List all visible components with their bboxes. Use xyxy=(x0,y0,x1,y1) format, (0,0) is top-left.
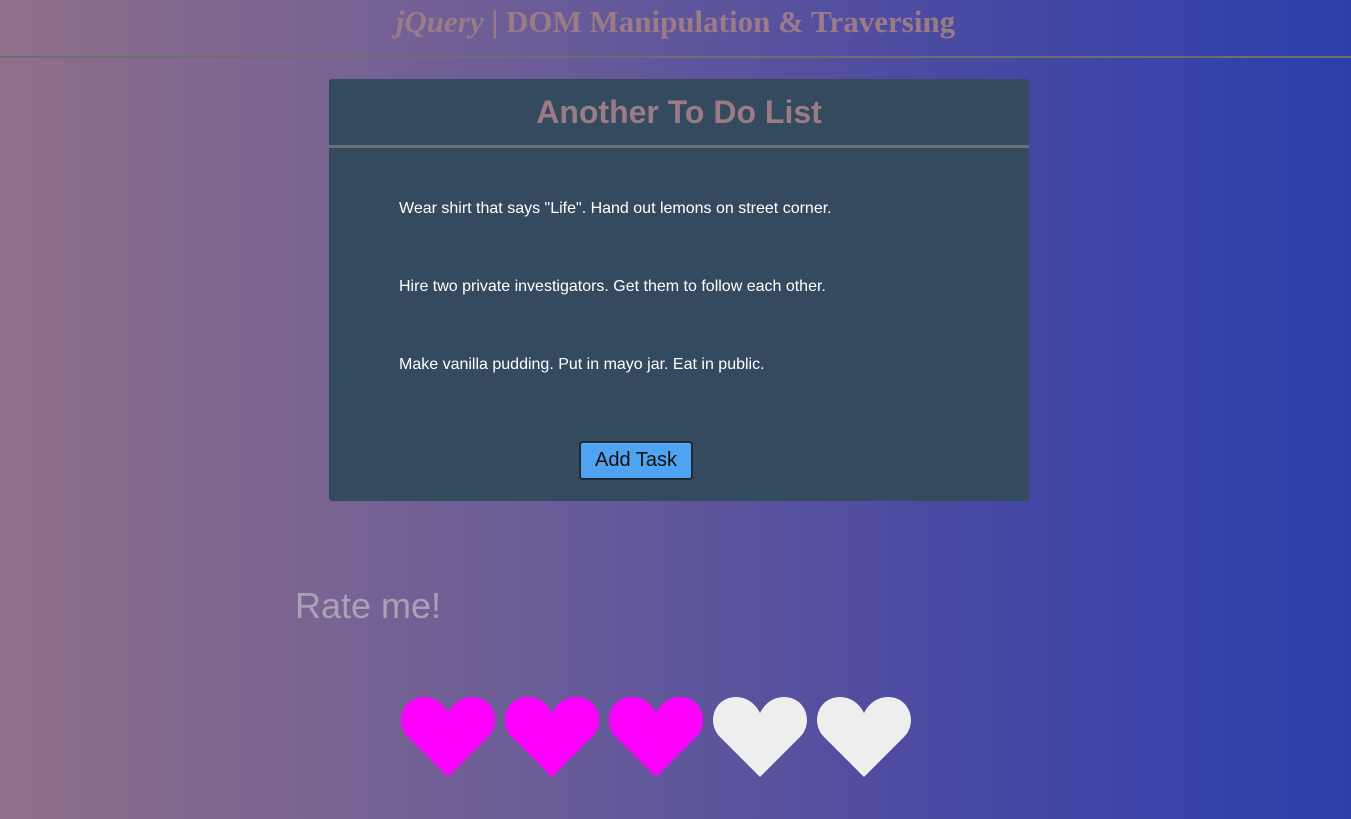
heart-icon[interactable] xyxy=(504,693,600,779)
page-title: jQuery | DOM Manipulation & Traversing xyxy=(0,0,1351,40)
heart-icon[interactable] xyxy=(816,693,912,779)
task-item[interactable]: Wear shirt that says "Life". Hand out le… xyxy=(399,199,832,277)
heart-rating xyxy=(400,693,920,779)
todo-header: Another To Do List xyxy=(329,79,1029,148)
title-rest: | DOM Manipulation & Traversing xyxy=(483,4,956,39)
title-library: jQuery xyxy=(395,4,484,39)
todo-card: Another To Do List Wear shirt that says … xyxy=(329,79,1029,501)
heart-icon[interactable] xyxy=(608,693,704,779)
rate-label: Rate me! xyxy=(295,585,442,626)
task-list: Wear shirt that says "Life". Hand out le… xyxy=(399,199,832,433)
todo-title: Another To Do List xyxy=(536,94,822,130)
heart-icon[interactable] xyxy=(400,693,496,779)
task-item[interactable]: Make vanilla pudding. Put in mayo jar. E… xyxy=(399,355,832,433)
add-task-button[interactable]: Add Task xyxy=(579,441,693,480)
task-item[interactable]: Hire two private investigators. Get them… xyxy=(399,277,832,355)
heart-icon[interactable] xyxy=(712,693,808,779)
site-header: jQuery | DOM Manipulation & Traversing xyxy=(0,0,1351,58)
